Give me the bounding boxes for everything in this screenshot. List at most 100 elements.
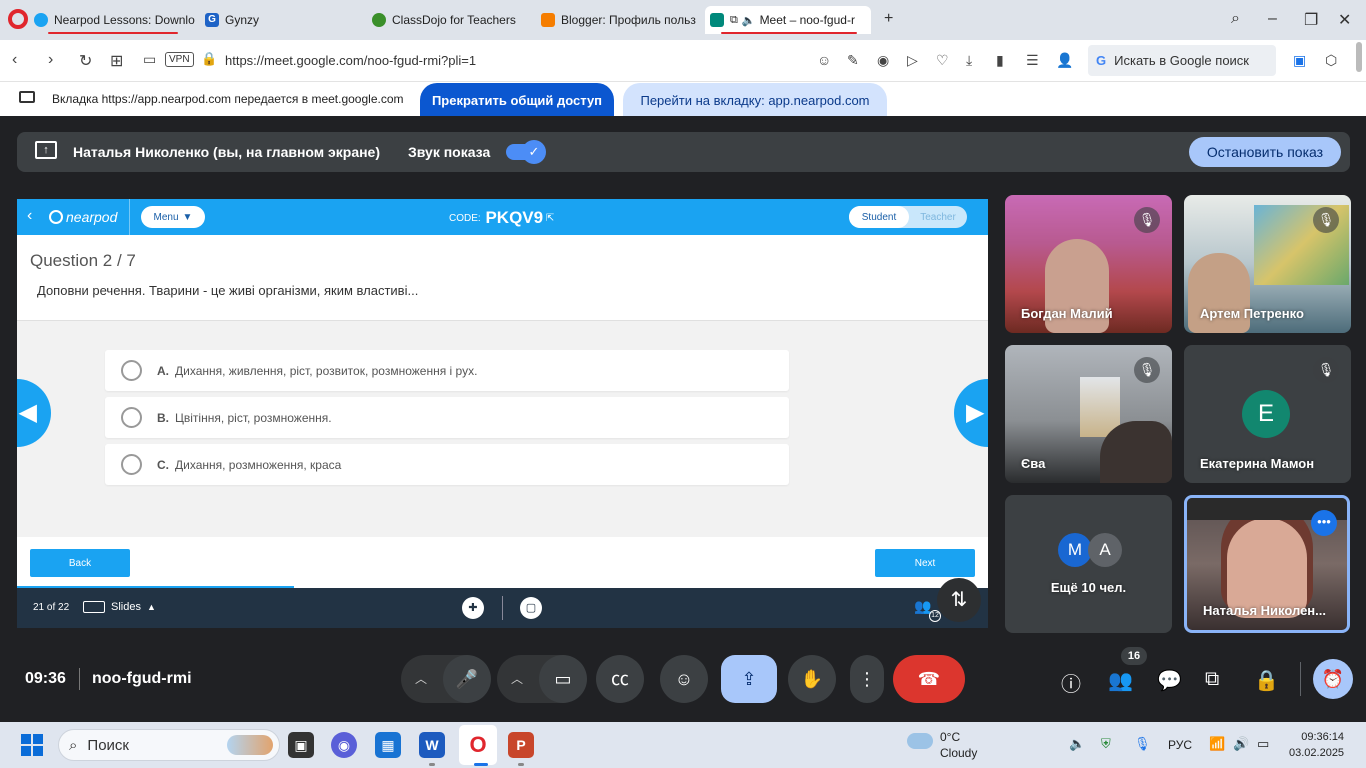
mic-off-icon: 🎙 — [1134, 207, 1160, 233]
forward-icon[interactable]: › — [48, 51, 53, 69]
battery-saver-icon[interactable]: ▮ — [996, 52, 1004, 69]
more-participants-tile[interactable]: M A Ещё 10 чел. — [1005, 495, 1172, 633]
opera-taskbar-icon[interactable]: O — [465, 732, 491, 758]
chevron-up-icon[interactable]: ︿ — [415, 655, 427, 703]
radio-button[interactable] — [121, 407, 142, 428]
close-window-icon[interactable]: ✕ — [1338, 10, 1351, 30]
slides-toggle[interactable]: Slides ▲ — [83, 601, 156, 613]
chevron-left-icon[interactable]: ‹ — [27, 207, 32, 225]
microphone-icon[interactable]: 🎙 — [1134, 736, 1151, 752]
participant-tile[interactable]: 🎙 Богдан Малий — [1005, 195, 1172, 333]
weather-description[interactable]: Cloudy — [940, 746, 977, 760]
timer-button[interactable]: ⏰ — [1313, 659, 1353, 699]
mic-icon[interactable]: 🎤 — [443, 655, 491, 703]
participant-tile[interactable]: E 🎙 Екатерина Мамон — [1184, 345, 1351, 483]
page-scrollbar[interactable] — [1356, 42, 1362, 72]
more-options-button[interactable]: ⋮ — [850, 655, 884, 703]
heart-icon[interactable]: ♡ — [936, 52, 949, 69]
security-shield-icon[interactable]: ⛨ — [1101, 736, 1111, 752]
chevron-up-icon[interactable]: ︿ — [511, 655, 523, 703]
easy-setup-icon[interactable]: ☰ — [1026, 52, 1039, 69]
tab-classdojo[interactable]: ClassDojo for Teachers — [372, 6, 532, 34]
leave-call-button[interactable]: ☎ — [893, 655, 965, 703]
send-icon[interactable]: ▷ — [907, 52, 918, 69]
teams-chat-icon[interactable]: ◉ — [331, 732, 357, 758]
radio-button[interactable] — [121, 454, 142, 475]
answer-option-a[interactable]: A. Дихання, живлення, ріст, розвиток, ро… — [105, 350, 789, 391]
back-button[interactable]: Back — [30, 549, 130, 577]
more-vertical-icon: ⋮ — [858, 669, 876, 689]
emoji-icon[interactable]: ☺ — [817, 52, 831, 68]
speaker-icon[interactable]: 🔊 — [1233, 736, 1249, 752]
external-link-icon[interactable]: ⇱ — [546, 213, 554, 224]
nearpod-logo-icon — [49, 210, 63, 224]
classdojo-favicon-icon — [372, 13, 386, 27]
presentation-sound-toggle[interactable]: ✓ — [506, 140, 546, 164]
teacher-mode-button[interactable]: Teacher — [909, 206, 967, 228]
more-options-icon[interactable]: ••• — [1311, 510, 1337, 536]
task-view-icon[interactable]: ▣ — [288, 732, 314, 758]
activities-icon[interactable]: ⧉ — [1205, 668, 1219, 691]
raise-hand-button[interactable]: ✋ — [788, 655, 836, 703]
battery-icon[interactable]: ▭ — [1257, 736, 1269, 752]
url-field[interactable]: https://meet.google.com/noo-fgud-rmi?pli… — [225, 53, 476, 68]
tiles-icon[interactable]: ⊞ — [110, 51, 123, 71]
stop-sharing-button[interactable]: Прекратить общий доступ — [420, 83, 614, 117]
present-button[interactable]: ⇪ — [721, 655, 777, 703]
next-button[interactable]: Next — [875, 549, 975, 577]
store-icon[interactable]: ▦ — [375, 732, 401, 758]
camera-icon[interactable]: ▭ — [143, 51, 156, 68]
info-icon[interactable]: ⓘ — [1061, 668, 1081, 697]
download-icon[interactable]: ⤓ — [966, 52, 972, 69]
weather-temperature[interactable]: 0°C — [940, 730, 960, 744]
volume-muted-icon[interactable]: 🔈 — [1069, 736, 1085, 752]
snapshot-icon[interactable]: ◉ — [877, 52, 889, 69]
back-icon[interactable]: ‹ — [12, 51, 17, 69]
tab-gynzy[interactable]: G Gynzy — [205, 6, 365, 34]
vpn-badge[interactable]: VPN — [165, 52, 194, 67]
tab-blogger[interactable]: Blogger: Профиль польз — [541, 6, 699, 34]
self-video-tile[interactable]: ••• Наталья Николен... — [1184, 495, 1350, 633]
system-clock[interactable]: 09:36:14 03.02.2025 — [1289, 729, 1344, 761]
powerpoint-icon[interactable]: P — [508, 732, 534, 758]
student-mode-button[interactable]: Student — [849, 206, 909, 228]
chat-icon[interactable]: 💬 — [1157, 668, 1182, 693]
search-tabs-icon[interactable]: ⌕ — [1231, 10, 1240, 28]
swap-layout-button[interactable]: ⇅ — [937, 578, 981, 622]
lock-icon[interactable]: 🔒 — [201, 51, 217, 67]
answer-option-b[interactable]: B. Цвітіння, ріст, розмноження. — [105, 397, 789, 438]
sidebar-icon[interactable]: ▣ — [1293, 52, 1306, 69]
tab-meet[interactable]: ⧉ 🔈 Meet – noo-fgud-r — [705, 6, 871, 34]
input-language[interactable]: РУС — [1168, 738, 1192, 752]
extensions-icon[interactable]: ⬡ — [1325, 52, 1337, 69]
answer-option-c[interactable]: C. Дихання, розмноження, краса — [105, 444, 789, 485]
captions-button[interactable]: ㏄ — [596, 655, 644, 703]
edit-icon[interactable]: ✎ — [847, 52, 859, 69]
reactions-button[interactable]: ☺ — [660, 655, 708, 703]
minimize-icon[interactable]: – — [1268, 10, 1277, 28]
google-search-box[interactable]: G Искать в Google поиск — [1088, 45, 1276, 76]
reload-icon[interactable]: ↻ — [79, 51, 92, 71]
taskbar-search[interactable]: ⌕ Поиск — [58, 729, 280, 761]
new-tab-icon[interactable]: + — [884, 10, 893, 28]
go-to-tab-button[interactable]: Перейти на вкладку: app.nearpod.com — [623, 83, 887, 117]
cloud-icon[interactable] — [907, 733, 933, 749]
wifi-icon[interactable]: 📶 — [1209, 736, 1225, 752]
participant-tile[interactable]: 🎙 Артем Петренко — [1184, 195, 1351, 333]
profile-icon[interactable]: 👤 — [1056, 52, 1073, 69]
people-icon[interactable]: 👥 — [1108, 668, 1133, 693]
participant-tile[interactable]: 🎙 Єва — [1005, 345, 1172, 483]
stop-presenting-button[interactable]: Остановить показ — [1189, 137, 1341, 167]
tab-nearpod[interactable]: Nearpod Lessons: Downlo — [34, 6, 196, 34]
word-icon[interactable]: W — [419, 732, 445, 758]
radio-button[interactable] — [121, 360, 142, 381]
nearpod-menu-button[interactable]: Menu ▼ — [141, 206, 205, 228]
opera-logo-icon[interactable] — [8, 9, 28, 29]
whiteboard-icon[interactable]: ▢ — [520, 597, 542, 619]
meeting-time: 09:36 — [25, 670, 66, 687]
activities-icon[interactable]: ✚ — [462, 597, 484, 619]
host-controls-icon[interactable]: 🔒 — [1254, 668, 1279, 693]
restore-icon[interactable]: ❐ — [1304, 10, 1318, 30]
camera-icon[interactable]: ▭ — [539, 655, 587, 703]
windows-start-icon[interactable] — [21, 734, 43, 756]
